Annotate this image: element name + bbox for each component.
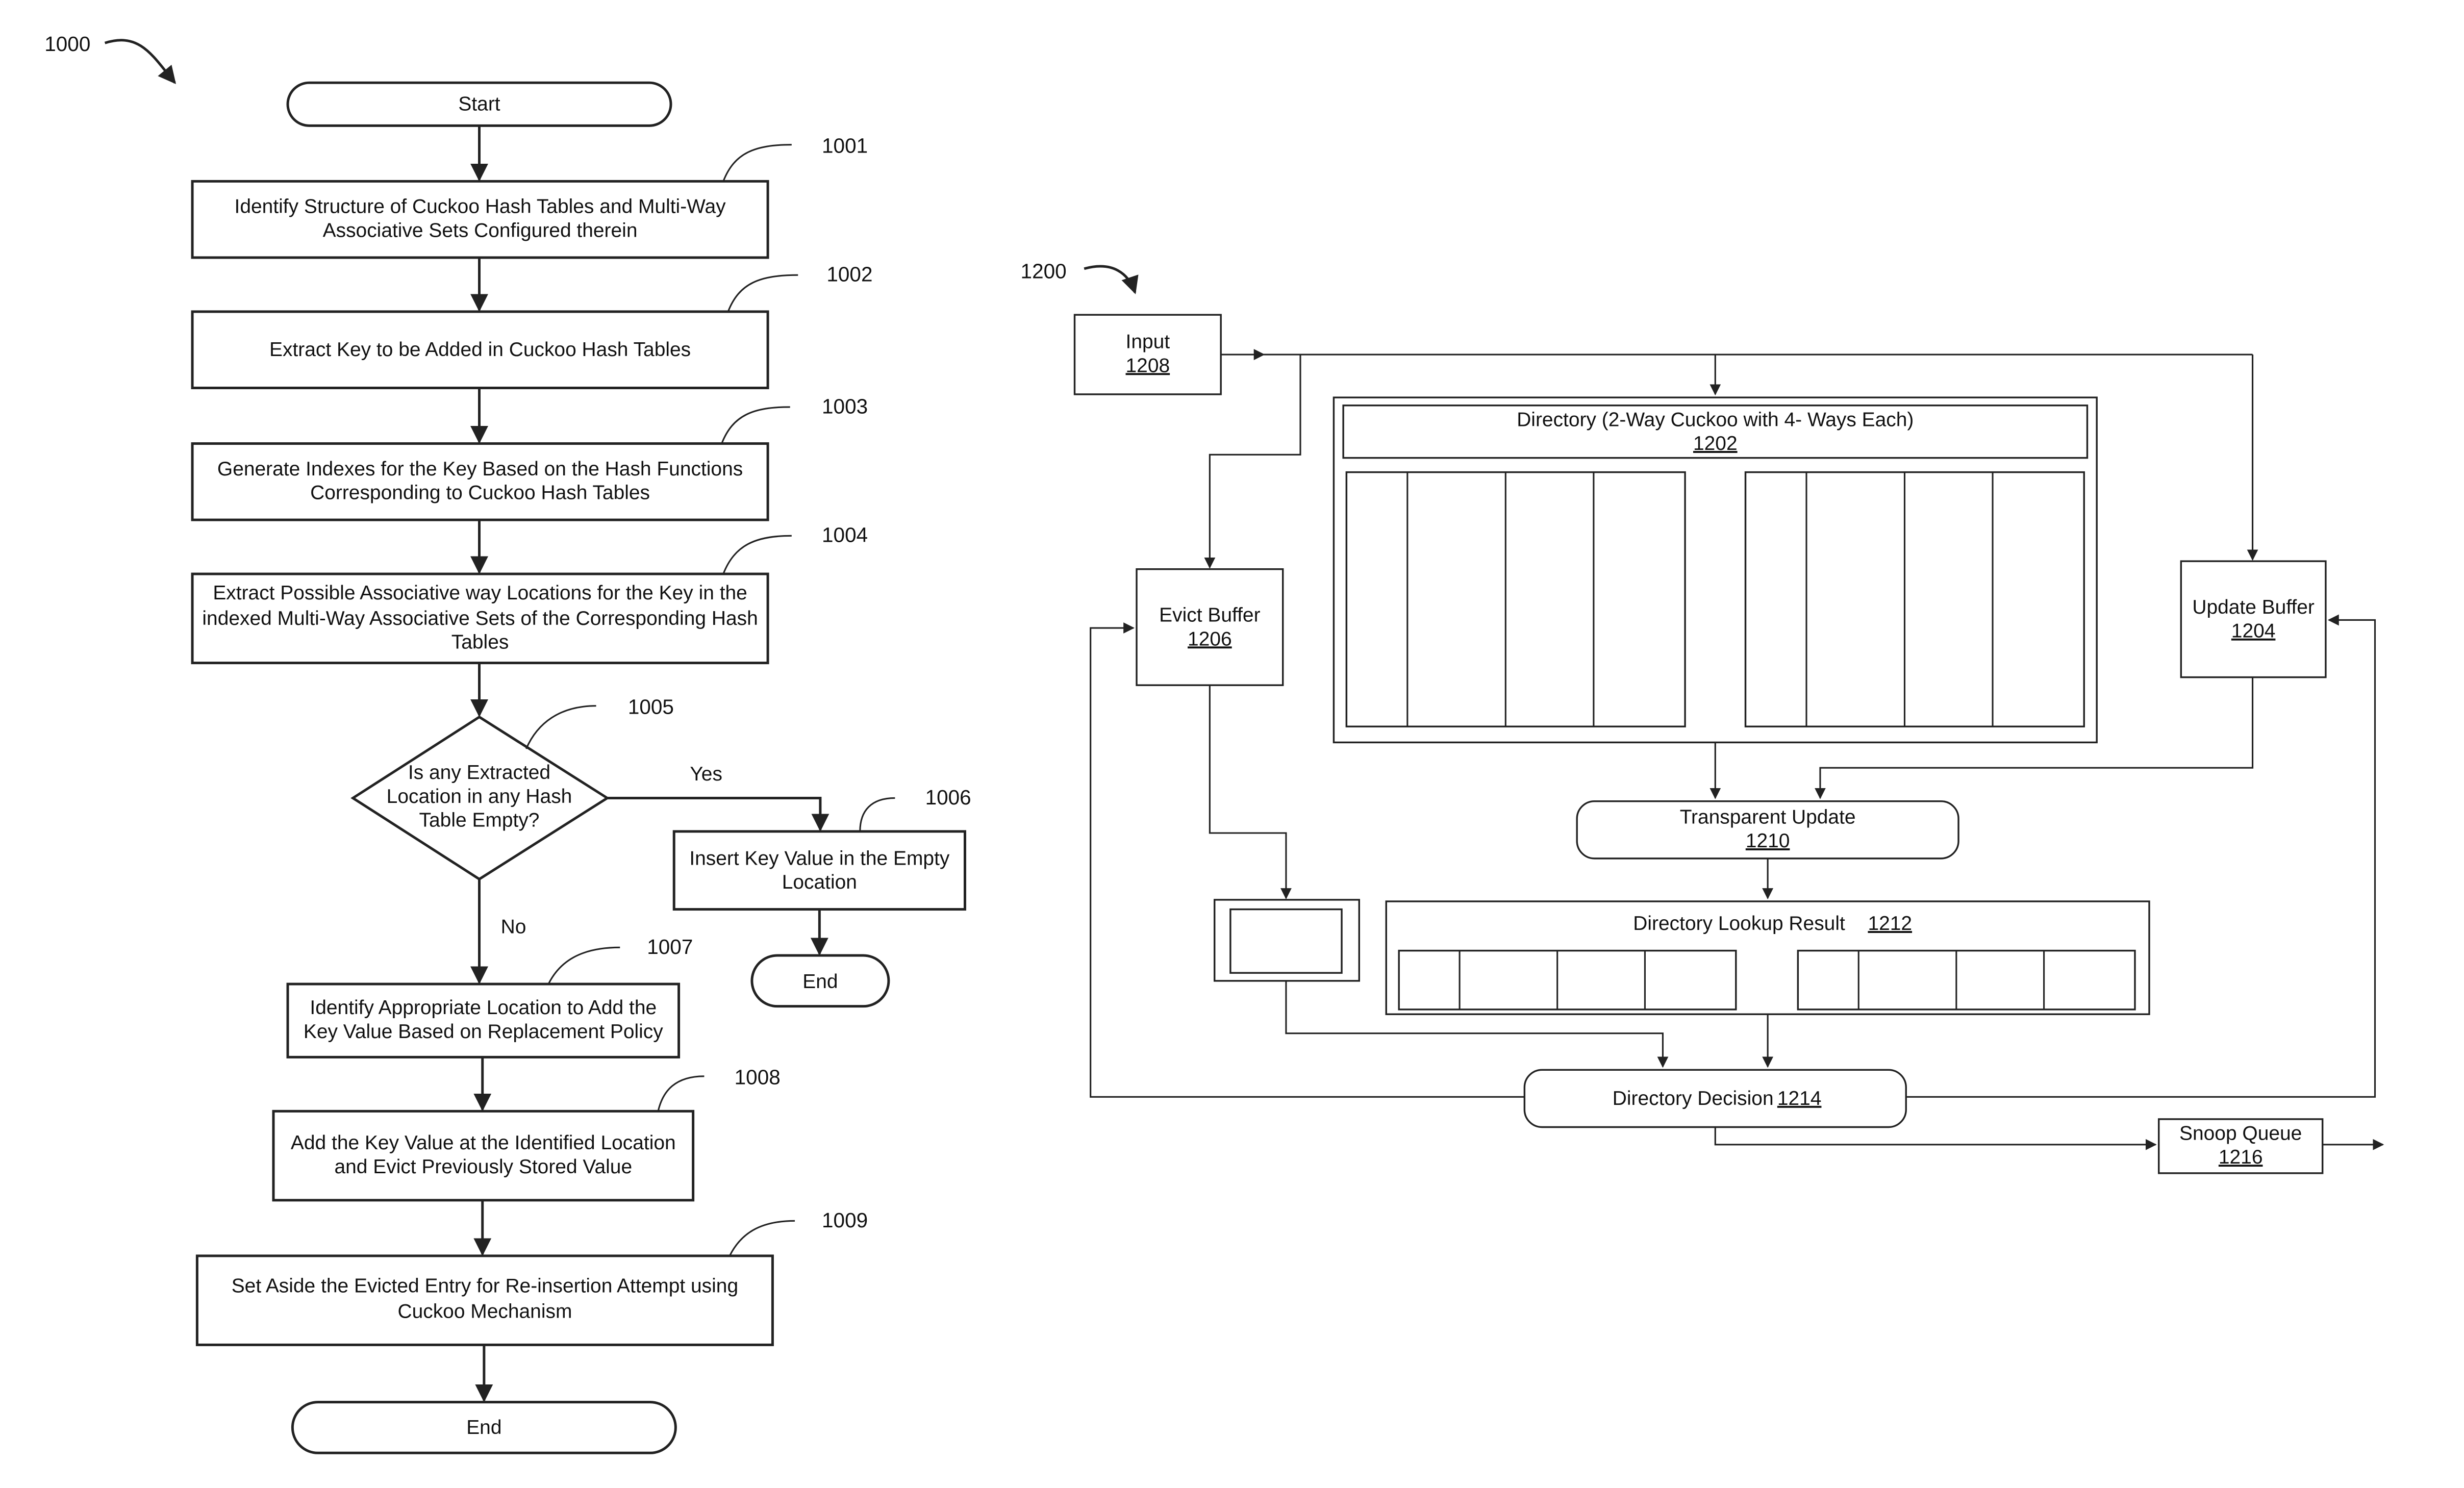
step-1001-box: Identify Structure of Cuckoo Hash Tables… [191,134,868,259]
no-label: No [501,916,526,938]
step-1004-line-1: Extract Possible Associative way Locatio… [213,582,747,604]
step-1006-line-1: Insert Key Value in the Empty [689,847,950,869]
directory-label: Directory (2-Way Cuckoo with 4- Ways Eac… [1517,409,1914,431]
patent-figure-canvas: 1000 Start Identify Structure of Cuckoo … [44,32,2384,1454]
figure-ref-1200: 1200 [1021,259,1067,283]
end-terminal-main: End [291,1401,677,1454]
start-terminal: Start [286,81,672,127]
directory-decision-label: Directory Decision [1613,1088,1774,1109]
figure-1000-flowchart: 1000 Start Identify Structure of Cuckoo … [44,32,971,1454]
start-label: Start [458,93,500,115]
input-ref: 1208 [1126,355,1170,376]
evict-buffer-block: Evict Buffer 1206 [1136,568,1284,686]
step-1008-line-2: and Evict Previously Stored Value [334,1156,632,1178]
step-1009-line-1: Set Aside the Evicted Entry for Re-inser… [232,1275,738,1297]
input-to-evict-buffer-arrow [1204,355,1301,569]
update-buffer-block: Update Buffer 1204 [2180,560,2327,678]
directory-table-1 [1345,471,1686,727]
directory-block: Directory (2-Way Cuckoo with 4- Ways Eac… [1332,396,2098,744]
decision-to-snoop-queue-arrow [1714,1127,2157,1150]
step-1006-line-2: Location [782,871,857,893]
evict-buffer-label: Evict Buffer [1159,604,1260,626]
ref-1004: 1004 [822,523,868,547]
ref-1002: 1002 [826,263,872,286]
snoop-queue-block: Snoop Queue 1216 [2157,1118,2324,1174]
step-1004-line-3: Tables [451,632,509,653]
transparent-update-block: Transparent Update 1210 [1576,800,1959,860]
step-1006-box: Insert Key Value in the Empty Location 1… [672,786,971,911]
lookup-table-1 [1398,949,1737,1011]
step-1008-box: Add the Key Value at the Identified Loca… [272,1065,781,1202]
step-1007-line-1: Identify Appropriate Location to Add the [310,997,657,1019]
input-block: Input 1208 [1073,314,1222,395]
step-1007-line-2: Key Value Based on Replacement Policy [304,1021,663,1043]
ref-leader-line [657,1075,705,1112]
ref-1003: 1003 [822,394,868,418]
directory-lookup-result-block: Directory Lookup Result 1212 [1385,900,2150,1015]
ref-1008: 1008 [735,1065,781,1089]
ref-leader-line [721,406,790,444]
directory-decision-ref: 1214 [1777,1088,1822,1109]
end-terminal-yes: End [750,954,890,1008]
step-1003-box: Generate Indexes for the Key Based on th… [191,394,868,521]
ref-1005: 1005 [628,695,674,718]
end-label-yes: End [802,971,838,993]
ref-leader-line [547,946,620,985]
update-buffer-label: Update Buffer [2192,596,2315,618]
snoop-queue-label: Snoop Queue [2179,1122,2302,1144]
step-1005-line-1: Is any Extracted [408,762,550,784]
directory-ref: 1202 [1693,433,1738,455]
ref-leader-line [728,1220,795,1256]
lookup-result-label: Directory Lookup Result [1633,913,1845,935]
step-1001-line-2: Associative Sets Configured therein [323,219,638,241]
step-1002-line-1: Extract Key to be Added in Cuckoo Hash T… [269,339,691,361]
step-1009-line-2: Cuckoo Mechanism [397,1300,572,1322]
ref-leader-line [859,797,895,831]
snoop-queue-ref: 1216 [2219,1146,2263,1168]
step-1004-line-2: indexed Multi-Way Associative Sets of th… [202,608,758,629]
step-1009-box: Set Aside the Evicted Entry for Re-inser… [195,1208,868,1346]
ref-leader-line [722,144,792,182]
directory-table-2 [1744,471,2085,727]
step-1002-box: Extract Key to be Added in Cuckoo Hash T… [191,263,872,389]
ref-leader-line [525,705,596,749]
ref-leader-line [722,535,792,574]
evict-buffer-to-entry-arrow [1209,685,1292,899]
step-1005-line-2: Location in any Hash [387,786,572,808]
end-label-main: End [466,1417,501,1439]
update-buffer-ref: 1204 [2231,620,2276,642]
lookup-result-ref: 1212 [1868,913,1912,935]
lookup-table-2 [1797,949,2136,1011]
ref-1007: 1007 [647,935,693,959]
figure-pointer-arrow-icon [1084,265,1139,294]
step-1008-line-1: Add the Key Value at the Identified Loca… [291,1132,676,1154]
figure-1200-block-diagram: 1200 Input 1208 Directory (2-Way Cuckoo … [1021,259,2384,1174]
figure-pointer-arrow-icon [104,39,176,84]
step-1004-box: Extract Possible Associative way Locatio… [191,523,868,665]
figure-ref-1000: 1000 [44,32,90,56]
step-1007-box: Identify Appropriate Location to Add the… [286,935,693,1058]
step-1001-line-1: Identify Structure of Cuckoo Hash Tables… [235,196,726,218]
input-label: Input [1126,331,1170,353]
step-1005-line-3: Table Empty? [419,810,540,831]
transparent-update-label: Transparent Update [1680,806,1856,828]
evict-buffer-ref: 1206 [1188,628,1232,650]
ref-leader-line [727,274,798,312]
transparent-update-ref: 1210 [1746,830,1790,852]
yes-branch-arrow [607,796,829,832]
step-1003-line-1: Generate Indexes for the Key Based on th… [217,458,743,480]
step-1005-decision: Is any Extracted Location in any Hash Ta… [350,695,674,881]
ref-1006: 1006 [925,786,971,809]
step-1003-line-2: Corresponding to Cuckoo Hash Tables [310,482,650,504]
evicted-entry-register [1214,899,1361,982]
ref-1001: 1001 [822,134,868,157]
yes-label: Yes [690,763,722,785]
ref-1009: 1009 [822,1208,868,1232]
directory-decision-block: Directory Decision 1214 [1523,1069,1907,1128]
